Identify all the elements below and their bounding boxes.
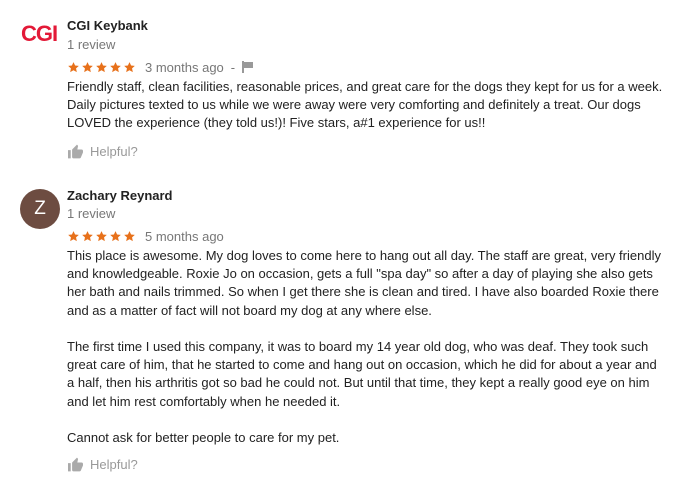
reviewer-name[interactable]: CGI Keybank	[67, 18, 148, 33]
helpful-label: Helpful?	[90, 457, 138, 472]
review-paragraph: Cannot ask for better people to care for…	[67, 430, 340, 445]
review-meta: 3 months ago -	[67, 59, 254, 75]
star-icon	[96, 230, 107, 241]
star-icon	[96, 61, 107, 72]
meta-separator: -	[230, 59, 236, 75]
thumbs-up-icon	[68, 457, 83, 472]
review-paragraph: This place is awesome. My dog loves to c…	[67, 248, 661, 318]
review-time: 3 months ago	[145, 59, 224, 75]
reviewer-review-count[interactable]: 1 review	[67, 206, 115, 221]
review-time: 5 months ago	[145, 228, 224, 244]
reviewer-review-count[interactable]: 1 review	[67, 37, 115, 52]
star-icon	[82, 61, 93, 72]
review-paragraph: The first time I used this company, it w…	[67, 339, 657, 409]
helpful-button[interactable]: Helpful?	[67, 144, 138, 159]
star-icon	[124, 230, 135, 241]
reviewer-logo[interactable]: CGI	[21, 14, 61, 54]
helpful-label: Helpful?	[90, 144, 138, 159]
star-icon	[124, 61, 135, 72]
review-meta: 5 months ago	[67, 228, 224, 244]
review-text: This place is awesome. My dog loves to c…	[67, 247, 667, 447]
star-icon	[110, 230, 121, 241]
reviewer-name[interactable]: Zachary Reynard	[67, 188, 173, 203]
star-rating	[67, 61, 137, 74]
helpful-button[interactable]: Helpful?	[67, 457, 138, 472]
star-rating	[67, 230, 137, 243]
avatar[interactable]: Z	[20, 189, 60, 229]
review-text: Friendly staff, clean facilities, reason…	[67, 78, 667, 133]
star-icon	[82, 230, 93, 241]
flag-icon[interactable]	[242, 61, 254, 73]
star-icon	[110, 61, 121, 72]
star-icon	[68, 61, 79, 72]
review-paragraph: Friendly staff, clean facilities, reason…	[67, 79, 663, 131]
star-icon	[68, 230, 79, 241]
thumbs-up-icon	[68, 144, 83, 159]
